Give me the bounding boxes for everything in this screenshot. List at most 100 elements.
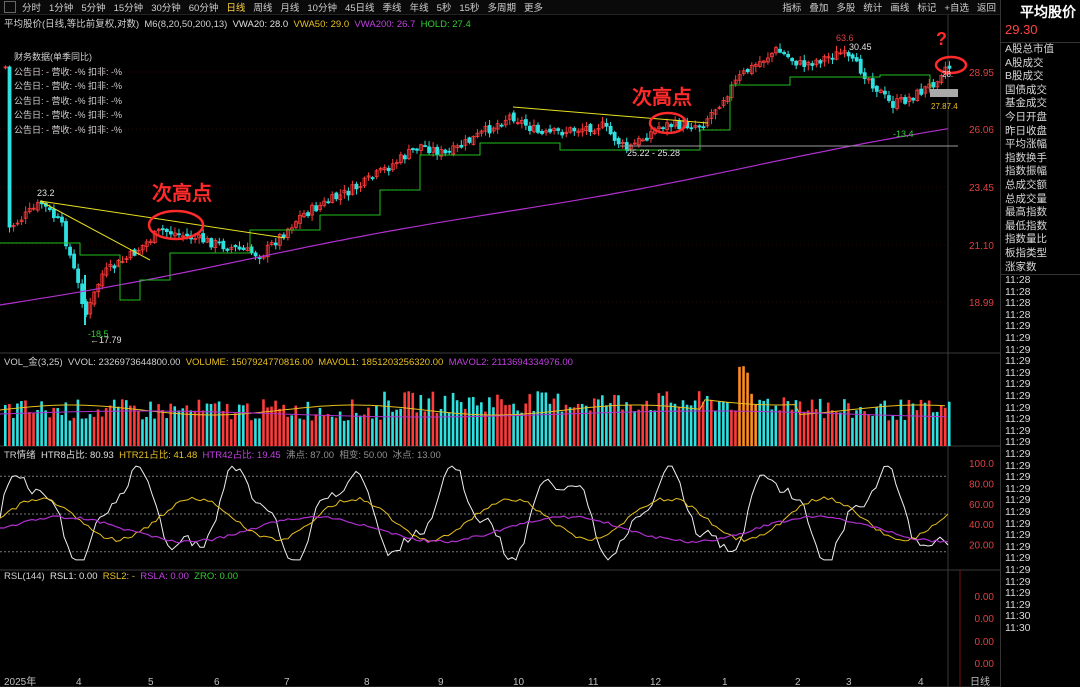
volume-bar (778, 410, 782, 446)
toolbar-button[interactable]: 返回 (973, 0, 1000, 14)
volume-bar (923, 402, 927, 446)
volume-bar (633, 411, 636, 446)
period-tab[interactable]: 月线 (276, 0, 303, 14)
candle-body (112, 265, 117, 269)
volume-bar (330, 416, 334, 446)
volume-bar (855, 410, 858, 446)
volume-bar (358, 415, 362, 446)
volume-bar (480, 402, 483, 446)
volume-bar (96, 409, 100, 446)
quote-item[interactable]: B股成交 (1001, 70, 1080, 84)
trendline (39, 200, 151, 261)
toolbar-button[interactable]: 画线 (886, 0, 913, 14)
period-tab[interactable]: 15分钟 (110, 0, 148, 14)
quote-item[interactable]: 总成交额 (1001, 179, 1080, 193)
period-tab[interactable]: 5分钟 (77, 0, 109, 14)
mavol1-value: MAVOL1: 1851203256320.00 (318, 357, 444, 368)
x-axis-label: 9 (438, 677, 444, 687)
volume-bar (588, 410, 592, 446)
candle-body (887, 95, 891, 101)
toolbar-button[interactable]: 多股 (832, 0, 859, 14)
candle-body (612, 132, 617, 141)
period-label: 日线 (970, 675, 990, 687)
toolbar-button[interactable]: 指标 (778, 0, 805, 14)
vol-title: VOL_金(3,25) (4, 357, 63, 368)
volume-bar (407, 391, 411, 446)
quote-item[interactable]: 总成交量 (1001, 193, 1080, 207)
toolbar-button[interactable]: +自选 (940, 0, 973, 14)
quote-item[interactable]: 平均涨幅 (1001, 138, 1080, 152)
volume-bar (883, 400, 887, 446)
quote-item[interactable]: 指数换手 (1001, 152, 1080, 166)
volume-bar (584, 405, 588, 446)
volume-bar (153, 418, 156, 446)
toolbar-button[interactable]: 叠加 (805, 0, 832, 14)
htr21-line (0, 496, 949, 543)
quote-item[interactable]: 最低指数 (1001, 220, 1080, 234)
quote-item[interactable]: 最高指数 (1001, 206, 1080, 220)
candle-body (68, 246, 72, 256)
price-label: 27.87.4 (931, 102, 958, 111)
volume-bar (947, 401, 951, 446)
quote-item[interactable]: 今日开盘 (1001, 111, 1080, 125)
volume-bar (802, 411, 806, 446)
quote-item[interactable]: A股成交 (1001, 57, 1080, 71)
volume-bar (80, 418, 84, 446)
period-tab[interactable]: 分时 (18, 0, 45, 14)
quote-item[interactable]: 指数振幅 (1001, 165, 1080, 179)
volume-bar (669, 402, 673, 446)
volume-bar (177, 410, 181, 446)
quote-item[interactable]: 国债成交 (1001, 84, 1080, 98)
period-tab[interactable]: 5秒 (433, 0, 456, 14)
volume-bar (298, 418, 302, 446)
period-tab[interactable]: 多周期 (483, 0, 520, 14)
candle-body (802, 60, 807, 67)
period-tab[interactable]: 10分钟 (303, 0, 341, 14)
period-tab[interactable]: 45日线 (341, 0, 379, 14)
period-tab[interactable]: 日线 (222, 0, 249, 14)
toolbar-button[interactable]: 标记 (913, 0, 940, 14)
period-tab[interactable]: 季线 (379, 0, 406, 14)
volume-bar (786, 401, 790, 446)
quote-item[interactable]: 板指类型 (1001, 247, 1080, 261)
candle-body (281, 234, 286, 238)
volume-bar (246, 403, 249, 446)
period-tab[interactable]: 周线 (249, 0, 276, 14)
period-tab[interactable]: 年线 (406, 0, 433, 14)
quote-item[interactable]: 基金成交 (1001, 97, 1080, 111)
kline-chart[interactable]: 28.95 26.06 23.45 21.10 18.99 23.2 -18.5 ←17.79… (0, 15, 1000, 687)
quote-item[interactable]: 昨日收盘 (1001, 125, 1080, 139)
volume-bar (871, 415, 874, 446)
volume-bar (649, 409, 653, 446)
volume-bar (262, 399, 265, 446)
menu-icon[interactable] (4, 1, 16, 13)
candle-body (225, 248, 230, 251)
x-axis-label: 11 (588, 677, 599, 687)
phase-value: 相变: 50.00 (339, 450, 388, 461)
period-tab[interactable]: 60分钟 (185, 0, 223, 14)
price-label: -13.4 (893, 129, 914, 139)
volume-bar (28, 412, 31, 446)
period-tab[interactable]: 1分钟 (45, 0, 77, 14)
candle-body (386, 167, 391, 172)
period-tab[interactable]: 30分钟 (147, 0, 185, 14)
volume-bar (274, 400, 277, 446)
toolbar-button[interactable]: 统计 (859, 0, 886, 14)
volume-bar (528, 394, 532, 446)
candle-body (80, 283, 85, 304)
period-tab[interactable]: 更多 (520, 0, 547, 14)
volume-bar (911, 403, 915, 446)
vwa20-value: VWA20: 28.0 (232, 19, 289, 30)
quote-item[interactable]: 指数量比 (1001, 233, 1080, 247)
y-tick-label: 26.06 (969, 125, 994, 136)
quote-item[interactable]: A股总市值 (1001, 43, 1080, 57)
volume-bar (548, 403, 552, 446)
period-tab[interactable]: 15秒 (455, 0, 483, 14)
x-axis-label: 1 (722, 677, 728, 687)
rsl-y-tick: 0.00 (975, 637, 995, 648)
candle-body (241, 247, 246, 250)
x-axis-label: 8 (364, 677, 370, 687)
volume-bar (282, 404, 285, 446)
candle-body (306, 212, 310, 217)
quote-item[interactable]: 涨家数 (1001, 261, 1080, 275)
